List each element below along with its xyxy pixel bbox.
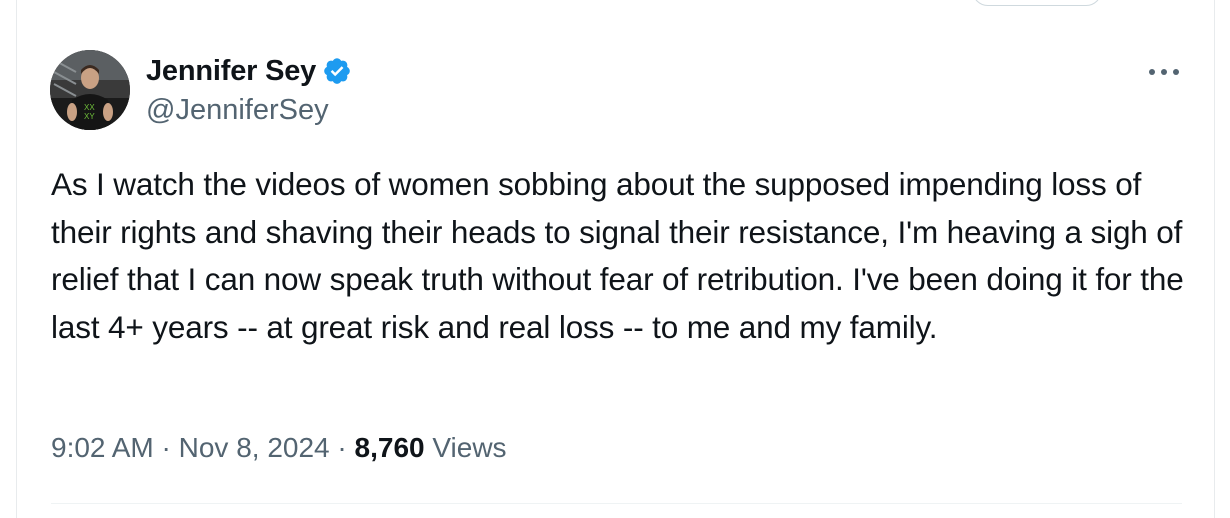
view-count: 8,760 (354, 432, 425, 463)
user-handle[interactable]: @JenniferSey (146, 94, 352, 127)
bottom-divider (51, 503, 1182, 504)
tweet-text: As I watch the videos of women sobbing a… (51, 166, 1184, 345)
tweet-card: XX XY Jennifer Sey @JenniferSey As I wat… (0, 0, 1230, 518)
svg-text:XY: XY (84, 112, 95, 121)
author-block: Jennifer Sey @JenniferSey (146, 52, 352, 127)
left-divider (16, 0, 17, 518)
right-divider (1214, 0, 1215, 518)
top-pill-button[interactable] (972, 0, 1102, 6)
more-options-icon[interactable] (1146, 60, 1182, 84)
views-label: Views (432, 432, 507, 463)
avatar[interactable]: XX XY (50, 50, 130, 130)
name-row: Jennifer Sey (146, 52, 352, 90)
tweet-date[interactable]: Nov 8, 2024 (179, 432, 330, 463)
tweet-time[interactable]: 9:02 AM (51, 432, 154, 463)
tweet-metadata: 9:02 AM · Nov 8, 2024 · 8,760 Views (51, 432, 507, 464)
meta-separator: · (337, 432, 347, 463)
svg-text:XX: XX (84, 103, 95, 112)
display-name[interactable]: Jennifer Sey (146, 55, 316, 88)
verified-badge-icon[interactable] (322, 56, 352, 86)
meta-separator: · (161, 432, 171, 463)
